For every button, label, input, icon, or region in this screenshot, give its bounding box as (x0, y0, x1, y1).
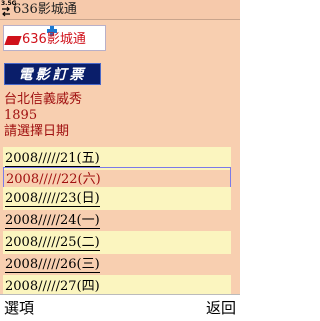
logo-text: 636影城通 (22, 32, 86, 47)
options-softkey[interactable]: 選項 (4, 295, 34, 321)
date-label: 2008/////26(三) (5, 257, 100, 273)
softkey-bar: 選項 返回 (0, 294, 240, 321)
date-item[interactable]: 2008/////25(二) (3, 231, 231, 254)
date-item[interactable]: 2008/////24(一) (3, 209, 231, 232)
main-content: 636影城通 電影訂票 台北信義威秀 1895 請選擇日期 2008/////2… (0, 20, 240, 298)
date-label: 2008/////27(四) (5, 279, 100, 295)
showtime: 1895 (4, 108, 38, 123)
date-label: 2008/////23(日) (5, 191, 100, 207)
date-item[interactable]: 2008/////26(三) (3, 253, 231, 276)
date-item[interactable]: 2008/////23(日) (3, 187, 231, 210)
data-transfer-icon (2, 6, 10, 17)
date-label: 2008/////25(二) (5, 235, 100, 251)
ticket-banner: 電影訂票 (4, 63, 101, 85)
date-label: 2008/////22(六) (6, 172, 101, 188)
app-title: 636影城通 (13, 2, 77, 17)
back-softkey[interactable]: 返回 (206, 295, 236, 321)
date-label: 2008/////21(五) (5, 151, 100, 167)
theater-name: 台北信義威秀 (4, 92, 83, 107)
status-bar: 3.5G 636影城通 (0, 0, 240, 20)
date-label: 2008/////24(一) (5, 213, 100, 229)
select-date-prompt: 請選擇日期 (4, 124, 70, 139)
logo-stripe (4, 36, 22, 45)
app-logo: 636影城通 (3, 25, 106, 51)
